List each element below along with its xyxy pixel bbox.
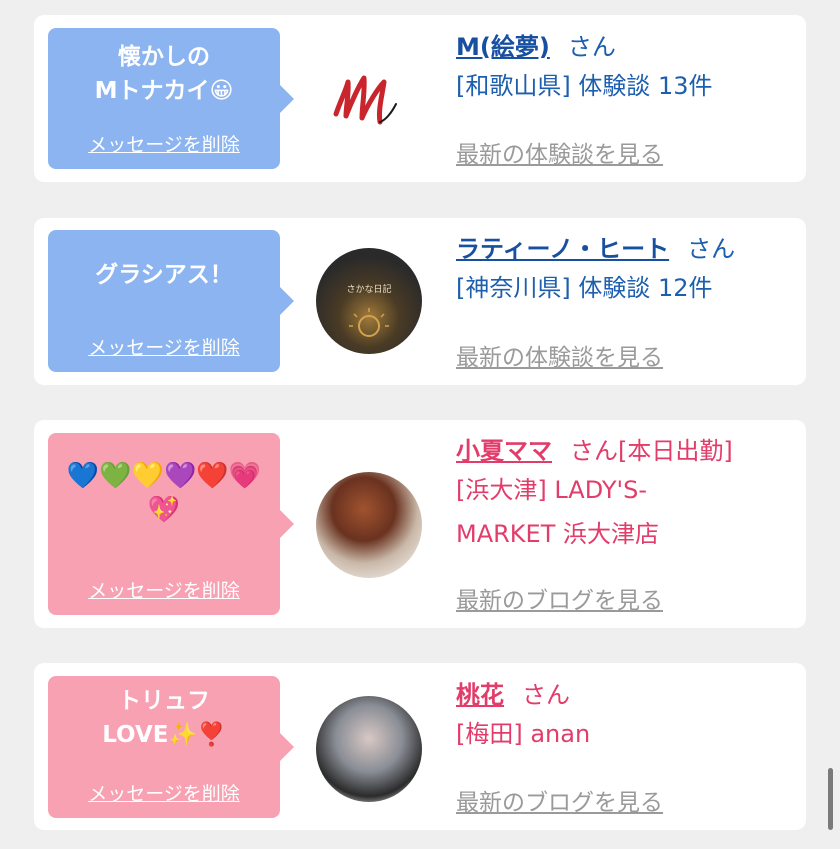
list-item: トリュフ LOVE✨❣️ メッセージを削除 桃花 さん [梅田] anan 最新の… <box>34 663 806 830</box>
latest-link[interactable]: 最新の体験談を見る <box>456 135 663 169</box>
avatar[interactable]: さかな日記 <box>316 248 422 354</box>
svg-text:さかな日記: さかな日記 <box>346 283 391 295</box>
location-text: [和歌山県] 体験談 13件 <box>456 72 713 100</box>
message-bubble: 懐かしの Mトナカイ😀 メッセージを削除 <box>48 28 280 169</box>
message-text: 💙💚💛💜❤️💗 💖 <box>66 461 262 525</box>
user-info: 小夏ママ さん[本日出勤] [浜大津] LADY'S-MARKET 浜大津店 <box>456 434 796 556</box>
location-text: [浜大津] LADY'S-MARKET 浜大津店 <box>456 476 659 548</box>
scrollbar[interactable] <box>828 768 833 830</box>
user-name-link[interactable]: M(絵夢) <box>456 33 550 61</box>
latest-link[interactable]: 最新のブログを見る <box>456 581 663 615</box>
san-label: さん <box>567 33 616 61</box>
delete-message-link[interactable]: メッセージを削除 <box>48 779 280 806</box>
list-item: グラシアス！ メッセージを削除 さかな日記 ラティーノ・ヒート さん [神奈川県]… <box>34 218 806 385</box>
user-name-link[interactable]: 桃花 <box>456 681 504 709</box>
san-label: さん <box>522 681 570 709</box>
san-label: さん <box>687 235 736 263</box>
avatar[interactable] <box>316 696 422 802</box>
delete-message-link[interactable]: メッセージを削除 <box>48 576 280 603</box>
avatar[interactable] <box>316 472 422 578</box>
list-item: 懐かしの Mトナカイ😀 メッセージを削除 M(絵夢) さん [和歌山県] 体験談 … <box>34 15 806 182</box>
user-info: 桃花 さん [梅田] anan <box>456 678 796 756</box>
message-bubble: 💙💚💛💜❤️💗 💖 メッセージを削除 <box>48 433 280 615</box>
user-info: ラティーノ・ヒート さん [神奈川県] 体験談 12件 <box>456 232 796 310</box>
delete-message-link[interactable]: メッセージを削除 <box>48 130 280 157</box>
user-name-link[interactable]: 小夏ママ <box>456 437 552 465</box>
location-text: [梅田] anan <box>456 720 591 748</box>
latest-link[interactable]: 最新の体験談を見る <box>456 338 663 372</box>
message-text: トリュフ LOVE✨❣️ <box>102 688 226 748</box>
message-text: 懐かしの Mトナカイ😀 <box>94 44 234 104</box>
latest-link[interactable]: 最新のブログを見る <box>456 783 663 817</box>
user-info: M(絵夢) さん [和歌山県] 体験談 13件 <box>456 30 796 108</box>
sun-logo-icon: さかな日記 <box>346 283 392 337</box>
logo-m-icon <box>333 75 397 125</box>
message-list: 懐かしの Mトナカイ😀 メッセージを削除 M(絵夢) さん [和歌山県] 体験談 … <box>0 0 840 849</box>
message-bubble: グラシアス！ メッセージを削除 <box>48 230 280 372</box>
list-item: 💙💚💛💜❤️💗 💖 メッセージを削除 小夏ママ さん[本日出勤] [浜大津] LA… <box>34 420 806 628</box>
message-bubble: トリュフ LOVE✨❣️ メッセージを削除 <box>48 676 280 818</box>
location-text: [神奈川県] 体験談 12件 <box>456 274 713 302</box>
user-name-link[interactable]: ラティーノ・ヒート <box>456 235 669 263</box>
avatar[interactable] <box>316 44 422 150</box>
san-label: さん <box>570 437 618 465</box>
delete-message-link[interactable]: メッセージを削除 <box>48 333 280 360</box>
name-suffix: [本日出勤] <box>618 437 733 465</box>
message-text: グラシアス！ <box>95 262 233 288</box>
